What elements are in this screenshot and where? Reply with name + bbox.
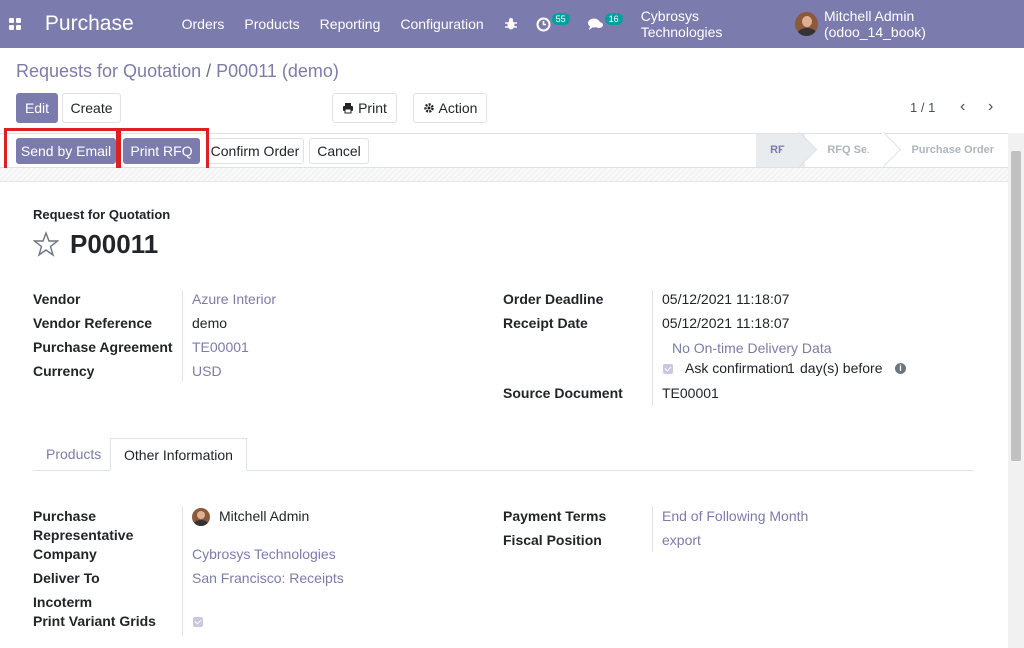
- menu-reporting[interactable]: Reporting: [320, 16, 381, 32]
- menu-configuration[interactable]: Configuration: [400, 16, 483, 32]
- app-brand[interactable]: Purchase: [45, 12, 134, 36]
- user-avatar: [795, 12, 818, 36]
- pager-value[interactable]: 1 / 1: [910, 100, 935, 115]
- purchase-agreement-value[interactable]: TE00001: [192, 339, 249, 355]
- field-separator-other-right: [652, 506, 653, 552]
- deliver-to-label: Deliver To: [33, 570, 100, 586]
- order-deadline-label: Order Deadline: [503, 291, 604, 307]
- record-name: P00011: [70, 229, 159, 259]
- stage-purchase-order[interactable]: Purchase Order: [889, 134, 1006, 167]
- purchase-agreement-label: Purchase Agreement: [33, 339, 173, 355]
- tab-other-information[interactable]: Other Information: [110, 438, 247, 471]
- company-switcher[interactable]: Cybrosys Technologies: [641, 8, 778, 40]
- deliver-to-value[interactable]: San Francisco: Receipts: [192, 570, 344, 586]
- breadcrumb-current: P00011 (demo): [216, 61, 339, 81]
- purchase-rep-label-line1: Purchase: [33, 508, 97, 524]
- company-value[interactable]: Cybrosys Technologies: [192, 546, 336, 562]
- fiscal-position-label: Fiscal Position: [503, 532, 602, 548]
- ask-confirmation-days: 1: [787, 360, 795, 376]
- favorite-star-icon[interactable]: [33, 231, 59, 257]
- confirm-order-button[interactable]: Confirm Order: [206, 138, 304, 164]
- systray: 55 16 Cybrosys Technologies Mitchell Adm…: [504, 0, 1024, 48]
- ask-confirmation-suffix: day(s) before: [800, 360, 883, 376]
- on-time-delivery-link[interactable]: No On-time Delivery Data: [672, 340, 832, 356]
- field-separator-right: [652, 290, 653, 406]
- representative-avatar: [192, 508, 210, 526]
- info-icon[interactable]: i: [895, 363, 906, 374]
- highlight-send-by-email: [4, 128, 119, 172]
- source-document-label: Source Document: [503, 385, 623, 401]
- user-name: Mitchell Admin (odoo_14_book): [823, 8, 926, 40]
- menu-orders[interactable]: Orders: [182, 16, 225, 32]
- receipt-date-label: Receipt Date: [503, 315, 588, 331]
- order-deadline-value: 05/12/2021 11:18:07: [662, 291, 790, 307]
- vendor-value[interactable]: Azure Interior: [192, 291, 276, 307]
- print-label: Print: [358, 100, 387, 116]
- debug-icon[interactable]: [504, 17, 518, 31]
- message-count-badge: 16: [604, 13, 623, 25]
- top-navbar: Purchase Orders Products Reporting Confi…: [0, 0, 1024, 48]
- currency-value[interactable]: USD: [192, 363, 222, 379]
- action-label: Action: [438, 100, 478, 116]
- print-variant-grids-checkbox: [193, 617, 203, 627]
- record-type-label: Request for Quotation: [33, 207, 171, 222]
- breadcrumb-parent[interactable]: Requests for Quotation: [16, 61, 201, 81]
- breadcrumb: Requests for Quotation / P00011 (demo): [16, 61, 339, 82]
- print-variant-grids-label: Print Variant Grids: [33, 613, 156, 629]
- activity-count-badge: 55: [551, 13, 570, 25]
- vertical-scrollbar[interactable]: [1008, 133, 1024, 648]
- status-stages: RFQ RFQ Sent Purchase Order: [756, 134, 1006, 167]
- incoterm-label: Incoterm: [33, 594, 93, 610]
- vendor-label: Vendor: [33, 291, 81, 307]
- printer-icon: [343, 103, 354, 114]
- vendor-reference-label: Vendor Reference: [33, 315, 153, 331]
- apps-menu-icon[interactable]: [0, 0, 31, 48]
- pager-previous-icon[interactable]: ‹: [960, 98, 965, 116]
- ask-confirmation-checkbox: [663, 364, 673, 374]
- scrollbar-thumb[interactable]: [1011, 151, 1021, 461]
- main-menu: Orders Products Reporting Configuration: [182, 16, 504, 32]
- edit-button[interactable]: Edit: [16, 93, 58, 123]
- highlight-print-rfq: [118, 128, 209, 172]
- payment-terms-label: Payment Terms: [503, 508, 607, 524]
- vendor-reference-value: demo: [192, 315, 228, 331]
- field-separator-other-left: [182, 506, 183, 636]
- pager-next-icon[interactable]: ›: [988, 98, 993, 116]
- purchase-rep-label-line2: Representative: [33, 527, 134, 543]
- tab-products[interactable]: Products: [33, 438, 114, 471]
- company-label: Company: [33, 546, 97, 562]
- cancel-button[interactable]: Cancel: [309, 138, 369, 164]
- stage-rfq-sent[interactable]: RFQ Sent: [805, 134, 890, 167]
- purchase-rep-value[interactable]: Mitchell Admin: [219, 508, 309, 524]
- ask-confirmation-label: Ask confirmation: [685, 360, 789, 376]
- receipt-date-value: 05/12/2021 11:18:07: [662, 315, 790, 331]
- stage-rfq[interactable]: RFQ: [756, 134, 806, 167]
- user-menu[interactable]: Mitchell Admin (odoo_14_book): [795, 8, 1010, 40]
- menu-products[interactable]: Products: [244, 16, 299, 32]
- currency-label: Currency: [33, 363, 95, 379]
- action-dropdown[interactable]: Action: [413, 93, 487, 123]
- activity-clock-icon[interactable]: 55: [536, 13, 570, 32]
- source-document-value: TE00001: [662, 385, 719, 401]
- breadcrumb-separator: /: [206, 61, 212, 81]
- create-button[interactable]: Create: [62, 93, 121, 123]
- gear-icon: [423, 103, 434, 113]
- payment-terms-value[interactable]: End of Following Month: [662, 508, 808, 524]
- print-dropdown[interactable]: Print: [332, 93, 397, 123]
- messaging-icon[interactable]: 16: [587, 13, 623, 31]
- fiscal-position-value[interactable]: export: [662, 532, 701, 548]
- field-separator-left: [182, 290, 183, 382]
